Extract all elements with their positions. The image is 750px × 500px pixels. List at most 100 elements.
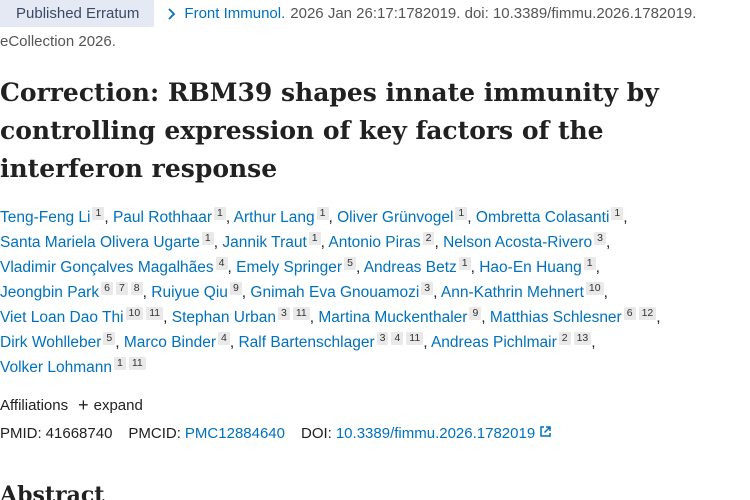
affiliation-number[interactable]: 9 [469, 307, 482, 320]
author-link[interactable]: Emely Springer [236, 259, 342, 276]
author-link[interactable]: Ombretta Colasanti [476, 209, 610, 226]
affiliation-number[interactable]: 1 [611, 207, 624, 220]
author-link[interactable]: Ruiyue Qiu [151, 284, 228, 301]
author-list: Teng-Feng Li 1, Paul Rothhaar 1, Arthur La… [0, 205, 740, 380]
affiliation-number[interactable]: 12 [638, 307, 657, 320]
affiliation-number[interactable]: 11 [292, 307, 310, 320]
affiliation-number[interactable]: 6 [101, 282, 113, 295]
article-title: Correction: RBM39 shapes innate immunity… [0, 78, 659, 183]
author-link[interactable]: Dirk Wohlleber [0, 334, 101, 351]
pmcid-link[interactable]: PMC12884640 [185, 425, 285, 442]
affiliation-number[interactable]: 3 [421, 282, 434, 295]
affiliation-number[interactable]: 6 [623, 307, 636, 320]
affiliation-number[interactable]: 4 [391, 332, 404, 345]
author-link[interactable]: Andreas Pichlmair [431, 334, 557, 351]
journal-link[interactable]: Front Immunol. [184, 5, 285, 22]
author-link[interactable]: Arthur Lang [234, 209, 315, 226]
affiliation-number[interactable]: 1 [114, 357, 126, 370]
author-entry: Teng-Feng Li 1, [0, 207, 113, 226]
author-link[interactable]: Jannik Traut [222, 234, 306, 251]
author-link[interactable]: Vladimir Gonçalves Magalhães [0, 259, 214, 276]
plus-icon: + [78, 395, 89, 415]
author-entry: Ralf Bartenschlager 3 4 11, [238, 332, 431, 351]
author-link[interactable]: Oliver Grünvogel [337, 209, 453, 226]
author-link[interactable]: Nelson Acosta-Rivero [443, 234, 592, 251]
affiliation-number[interactable]: 7 [115, 282, 128, 295]
affiliation-number[interactable]: 1 [92, 207, 105, 220]
author-entry: Nelson Acosta-Rivero 3, [443, 232, 611, 251]
affiliation-number[interactable]: 3 [376, 332, 389, 345]
pmcid-label: PMCID: [128, 425, 181, 442]
doi-link[interactable]: 10.3389/fimmu.2026.1782019 [336, 425, 535, 442]
affiliation-number[interactable]: 1 [583, 257, 596, 270]
author-entry: Ombretta Colasanti 1, [475, 207, 628, 226]
affiliation-number[interactable]: 1 [214, 207, 226, 220]
author-entry: Arthur Lang 1, [233, 207, 338, 226]
affiliation-number[interactable]: 1 [201, 232, 214, 245]
author-link[interactable]: Volker Lohmann [0, 359, 112, 376]
affiliation-number[interactable]: 10 [125, 307, 144, 320]
affiliation-number[interactable]: 13 [573, 332, 592, 345]
author-entry: Ruiyue Qiu 9, [151, 282, 251, 301]
author-entry: Jannik Traut 1, [222, 232, 329, 251]
author-link[interactable]: Antonio Piras [328, 234, 420, 251]
ecollection-text: eCollection 2026. [0, 33, 116, 50]
affiliation-number[interactable]: 1 [455, 207, 468, 220]
author-link[interactable]: Teng-Feng Li [0, 209, 90, 226]
author-link[interactable]: Viet Loan Dao Thi [0, 309, 124, 326]
affiliation-number[interactable]: 5 [103, 332, 116, 345]
citation-text: 2026 Jan 26:17:1782019. doi: 10.3389/fim… [290, 5, 697, 22]
author-link[interactable]: Gnimah Eva Gnouamozi [250, 284, 419, 301]
author-entry: Viet Loan Dao Thi 10 11, [0, 307, 172, 326]
affiliation-number[interactable]: 11 [406, 332, 424, 345]
expand-label: expand [93, 397, 143, 414]
author-entry: Ann-Kathrin Mehnert 10, [440, 282, 608, 301]
pmid-label: PMID: [0, 425, 42, 442]
published-erratum-badge: Published Erratum [0, 0, 155, 27]
author-entry: Marco Binder 4, [123, 332, 239, 351]
author-link[interactable]: Stephan Urban [172, 309, 276, 326]
author-link[interactable]: Santa Mariela Olivera Ugarte [0, 234, 200, 251]
affiliation-number[interactable]: 8 [130, 282, 143, 295]
author-link[interactable]: Martina Muckenthaler [318, 309, 467, 326]
affiliation-number[interactable]: 2 [558, 332, 571, 345]
affiliation-number[interactable]: 9 [229, 282, 242, 295]
author-link[interactable]: Matthias Schlesner [490, 309, 622, 326]
doi-label: DOI: [301, 425, 332, 442]
affiliation-number[interactable]: 10 [585, 282, 604, 295]
affiliation-number[interactable]: 2 [422, 232, 435, 245]
author-link[interactable]: Ralf Bartenschlager [238, 334, 374, 351]
author-entry: Volker Lohmann 1 11 [0, 357, 146, 376]
author-link[interactable]: Andreas Betz [364, 259, 457, 276]
author-entry: Andreas Betz 1, [363, 257, 480, 276]
author-entry: Hao-En Huang 1, [479, 257, 600, 276]
author-entry: Emely Springer 5, [236, 257, 364, 276]
affiliation-number[interactable]: 4 [215, 257, 228, 270]
author-entry: Vladimir Gonçalves Magalhães 4, [0, 257, 237, 276]
author-entry: Martina Muckenthaler 9, [318, 307, 490, 326]
affiliation-number[interactable]: 11 [128, 357, 146, 370]
author-link[interactable]: Ann-Kathrin Mehnert [441, 284, 584, 301]
affiliation-number[interactable]: 3 [594, 232, 606, 245]
author-entry: Jeongbin Park 6 7 8, [0, 282, 152, 301]
citation-line: Published Erratum Front Immunol. 2026 Ja… [0, 0, 696, 27]
author-link[interactable]: Marco Binder [124, 334, 216, 351]
author-entry: Paul Rothhaar 1, [112, 207, 234, 226]
affiliation-number[interactable]: 5 [344, 257, 356, 270]
affiliation-number[interactable]: 1 [316, 207, 329, 220]
author-entry: Antonio Piras 2, [328, 232, 444, 251]
author-link[interactable]: Paul Rothhaar [113, 209, 212, 226]
affiliation-number[interactable]: 3 [278, 307, 290, 320]
expand-affiliations-button[interactable]: + expand [78, 395, 143, 415]
affiliation-number[interactable]: 1 [458, 257, 471, 270]
author-entry: Oliver Grünvogel 1, [337, 207, 476, 226]
author-link[interactable]: Hao-En Huang [479, 259, 582, 276]
external-link-icon[interactable] [539, 425, 552, 442]
author-link[interactable]: Jeongbin Park [0, 284, 99, 301]
affiliation-number[interactable]: 1 [308, 232, 321, 245]
author-entry: Santa Mariela Olivera Ugarte 1, [0, 232, 223, 251]
affiliations-row: Affiliations + expand [0, 395, 143, 415]
affiliation-number[interactable]: 11 [146, 307, 164, 320]
identifiers-row: PMID: 41668740 PMCID: PMC12884640 DOI: 1… [0, 425, 552, 442]
affiliation-number[interactable]: 4 [218, 332, 230, 345]
